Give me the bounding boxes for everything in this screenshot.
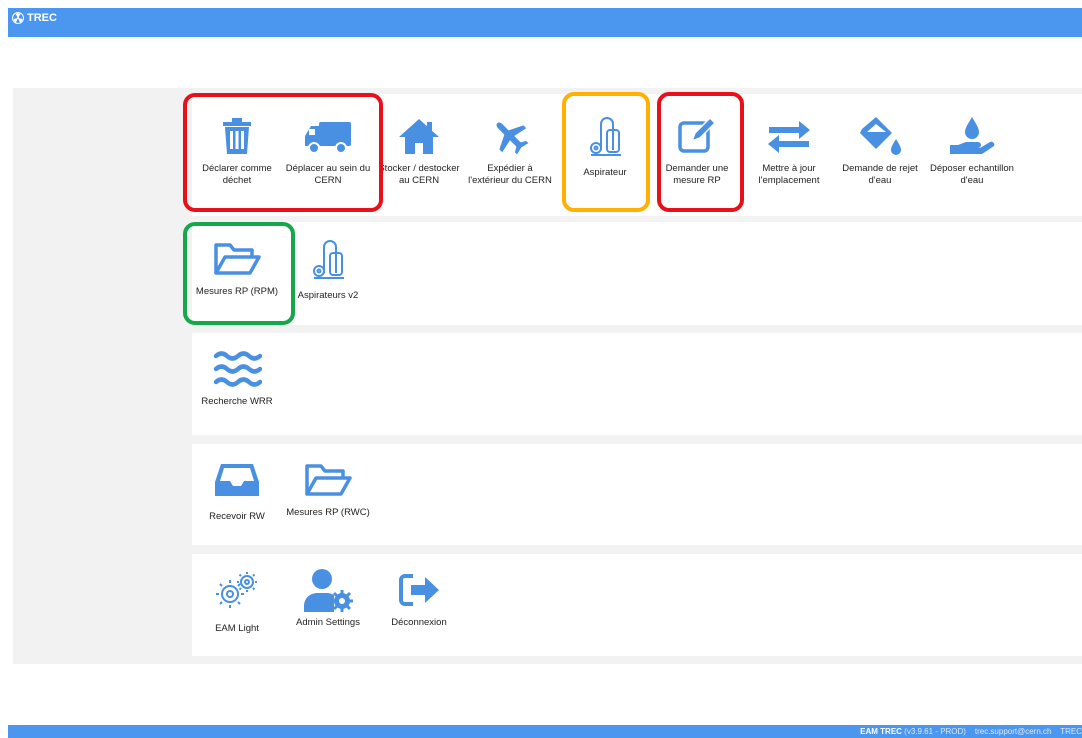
app-brand[interactable]: TREC [12,12,57,24]
receive-rw-tile[interactable]: Recevoir RW [194,455,280,523]
top-bar: TREC [8,8,1082,37]
vacuums-v2-tile[interactable]: Aspirateurs v2 [285,234,371,302]
eam-light-tile[interactable]: EAM Light [194,565,280,635]
rp-measures-rwc-tile[interactable]: Mesures RP (RWC) [285,455,371,519]
water-discharge-tile[interactable]: Demande de rejet d'eau [837,111,923,187]
admin-settings-label: Admin Settings [296,617,360,628]
airplane-icon [496,122,529,155]
eam-light-label: EAM Light [215,623,259,634]
highlight-orange-vacuum [562,92,650,212]
water-waves-icon [213,351,262,387]
ship-out-tile[interactable]: Expédier à l'extérieur du CERN [467,111,553,187]
section-search [192,333,1082,435]
footer-support-email[interactable]: trec.support@cern.ch [975,727,1052,736]
footer-bar: EAM TREC (v3.9.61 - PROD) trec.support@c… [8,725,1082,738]
highlight-red-move-declare [183,93,383,212]
footer-app: EAM TREC [860,727,902,736]
logout-tile[interactable]: Déconnexion [376,565,462,629]
search-wrr-tile[interactable]: Recherche WRR [194,344,280,408]
water-sample-tile[interactable]: Déposer echantillon d'eau [929,111,1015,187]
update-location-tile[interactable]: Mettre à jour l'emplacement [746,111,832,187]
inbox-icon [215,464,259,496]
user-cog-icon [304,569,353,612]
update-location-label: Mettre à jour l'emplacement [758,163,820,186]
app-title: TREC [27,12,57,24]
footer-version: (v3.9.61 - PROD) [904,727,966,736]
highlight-green-rp-measures [183,222,295,325]
gears-icon [216,572,257,608]
logout-label: Déconnexion [391,617,447,628]
radiation-icon [12,12,24,24]
home-icon [399,119,439,154]
hand-holding-water-icon [950,117,995,154]
receive-rw-label: Recevoir RW [209,511,265,522]
store-cern-label: Stocker / destocker au CERN [378,163,460,186]
sign-out-icon [399,574,439,606]
exchange-icon [768,121,810,153]
highlight-red-request-rp [657,92,744,212]
search-wrr-label: Recherche WRR [201,396,273,407]
footer-tail: TREC [1060,727,1082,736]
water-sample-label: Déposer echantillon d'eau [930,163,1014,186]
admin-settings-tile[interactable]: Admin Settings [285,565,371,629]
ship-out-label: Expédier à l'extérieur du CERN [468,163,552,186]
vacuum-icon [313,240,344,279]
water-discharge-label: Demande de rejet d'eau [842,163,918,186]
rp-measures-rwc-label: Mesures RP (RWC) [286,507,370,518]
fill-drip-icon [860,117,901,155]
folder-open-icon [305,464,352,496]
store-cern-tile[interactable]: Stocker / destocker au CERN [376,111,462,187]
vacuums-v2-label: Aspirateurs v2 [297,290,359,301]
